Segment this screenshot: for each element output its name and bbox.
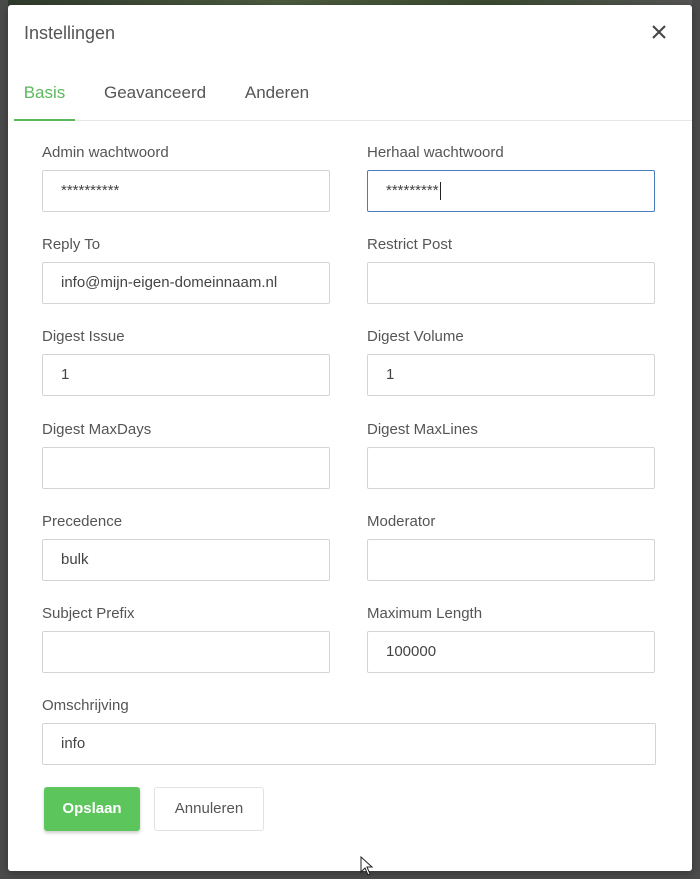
description-field[interactable]: info	[42, 723, 656, 765]
digest-issue-field[interactable]: 1	[42, 354, 330, 396]
background-page-bottom	[0, 871, 700, 879]
precedence-field[interactable]: bulk	[42, 539, 330, 581]
subject-prefix-label: Subject Prefix	[42, 605, 135, 622]
cancel-button[interactable]: Annuleren	[154, 787, 264, 831]
digest-issue-label: Digest Issue	[42, 328, 125, 345]
close-icon[interactable]	[648, 21, 670, 43]
subject-prefix-field[interactable]	[42, 631, 330, 673]
restrict-post-field[interactable]	[367, 262, 655, 304]
moderator-label: Moderator	[367, 513, 436, 530]
reply-to-field[interactable]: info@mijn-eigen-domeinnaam.nl	[42, 262, 330, 304]
tab-basis[interactable]: Basis	[14, 75, 75, 121]
moderator-field[interactable]	[367, 539, 655, 581]
tab-geavanceerd[interactable]: Geavanceerd	[104, 75, 206, 120]
mouse-pointer-icon	[360, 855, 374, 879]
repeat-password-value: *********	[386, 182, 439, 199]
precedence-label: Precedence	[42, 513, 123, 530]
maximum-length-label: Maximum Length	[367, 605, 483, 622]
admin-password-field[interactable]: **********	[42, 170, 330, 212]
tab-anderen[interactable]: Anderen	[242, 75, 312, 120]
modal-title: Instellingen	[24, 23, 116, 43]
digest-volume-field[interactable]: 1	[367, 354, 655, 396]
digest-maxdays-field[interactable]	[42, 447, 330, 489]
tab-bar: Basis Geavanceerd Anderen	[14, 75, 692, 121]
reply-to-label: Reply To	[42, 236, 101, 253]
digest-maxlines-label: Digest MaxLines	[367, 421, 478, 438]
digest-volume-label: Digest Volume	[367, 328, 464, 345]
digest-maxdays-label: Digest MaxDays	[42, 421, 152, 438]
background-page-right	[692, 0, 700, 879]
text-caret	[439, 182, 441, 201]
repeat-password-field[interactable]: *********	[367, 170, 655, 212]
description-label: Omschrijving	[42, 697, 129, 714]
admin-password-label: Admin wachtwoord	[42, 144, 169, 161]
digest-maxlines-field[interactable]	[367, 447, 655, 489]
repeat-password-label: Herhaal wachtwoord	[367, 144, 504, 161]
settings-modal: Instellingen Basis Geavanceerd Anderen A…	[8, 5, 692, 876]
restrict-post-label: Restrict Post	[367, 236, 453, 253]
background-page-left	[0, 0, 8, 879]
save-button[interactable]: Opslaan	[44, 787, 140, 831]
maximum-length-field[interactable]: 100000	[367, 631, 655, 673]
